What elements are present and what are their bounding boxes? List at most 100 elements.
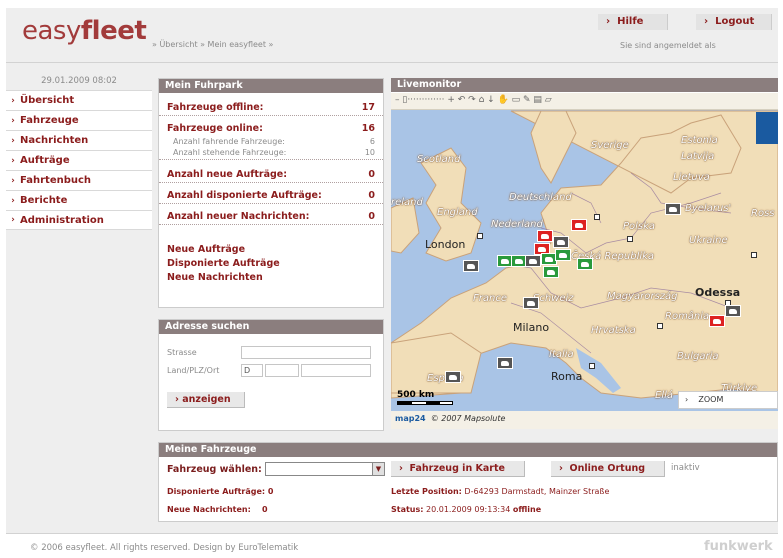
vehicle-marker[interactable]	[665, 203, 681, 215]
sidebar-item-fahrzeuge[interactable]: › Fahrzeuge	[6, 110, 152, 130]
chevron-right-icon: ›	[11, 115, 15, 126]
link-dispatched-orders[interactable]: Disponierte Aufträge	[159, 257, 383, 271]
map-label: reland	[391, 197, 423, 208]
offline-row: Fahrzeuge offline: 17	[159, 101, 383, 116]
city-marker	[594, 214, 600, 220]
vehicle-in-map-button[interactable]: › Fahrzeug in Karte	[391, 461, 525, 477]
link-new-orders[interactable]: Neue Aufträge	[159, 243, 383, 257]
city-input[interactable]	[301, 364, 371, 377]
logout-button[interactable]: › Logout	[696, 14, 772, 30]
sidebar-item-berichte[interactable]: › Berichte	[6, 190, 152, 210]
vehicle-marker[interactable]	[523, 297, 539, 309]
vehicle-marker[interactable]	[537, 230, 553, 242]
vehicle-marker[interactable]	[525, 255, 541, 267]
livemonitor-header: Livemonitor	[391, 78, 778, 93]
panel-title: Mein Fuhrpark	[159, 79, 383, 93]
vehicle-marker[interactable]	[543, 266, 559, 278]
map-city-label: Odessa	[695, 286, 741, 299]
map-scale-bar	[397, 401, 453, 405]
map24-logo	[756, 112, 778, 144]
chevron-right-icon: ›	[175, 394, 179, 405]
map-city-label: London	[425, 238, 466, 251]
dispatched-row: Anzahl disponierte Aufträge: 0	[159, 189, 383, 204]
new-orders-row: Anzahl neue Aufträge: 0	[159, 168, 383, 183]
vehicle-marker[interactable]	[497, 357, 513, 369]
chevron-right-icon: ›	[399, 463, 403, 474]
place-label: Land/PLZ/Ort	[167, 366, 220, 375]
chevron-right-icon: ›	[11, 155, 15, 166]
map-footer: map24 © 2007 Mapsolute	[391, 411, 778, 429]
messages-info: Neue Nachrichten: 0	[167, 505, 268, 514]
vehicle-marker[interactable]	[577, 258, 593, 270]
standing-row: Anzahl stehende Fahrzeuge: 10	[159, 147, 383, 160]
vehicle-marker[interactable]	[709, 315, 725, 327]
live-map[interactable]: – ▯············· + ↶ ↷ ⌂ ↓ ✋ ▭ ✎ ▤ ▱ Est…	[391, 93, 778, 429]
zip-input[interactable]	[265, 364, 299, 377]
chevron-right-icon: ›	[606, 16, 611, 27]
vehicle-marker[interactable]	[571, 219, 587, 231]
map-label: Byelarus'	[685, 203, 732, 214]
address-panel: Adresse suchen Strasse Land/PLZ/Ort D › …	[158, 319, 384, 431]
map-label: Schweiz	[533, 293, 574, 304]
map-city-label: Milano	[513, 321, 550, 334]
street-label: Strasse	[167, 348, 197, 357]
logged-in-text: Sie sind angemeldet als	[620, 41, 716, 50]
chevron-right-icon: ›	[685, 395, 689, 404]
chevron-down-icon[interactable]: ▼	[372, 463, 384, 475]
map-label: Lietuva	[673, 172, 710, 183]
vehicle-select[interactable]: ▼	[265, 462, 385, 476]
vehicle-marker[interactable]	[725, 305, 741, 317]
map24-brand: map24	[395, 414, 426, 423]
chevron-right-icon: ›	[559, 463, 563, 474]
status-info: Status: 20.01.2009 09:13:34 offline	[391, 505, 542, 514]
driving-row: Anzahl fahrende Fahrzeuge: 6	[173, 137, 375, 146]
map-label: Sverige	[591, 140, 629, 151]
fuhrpark-panel: Mein Fuhrpark Fahrzeuge offline: 17 Fahrz…	[158, 78, 384, 308]
sidebar-item-nachrichten[interactable]: › Nachrichten	[6, 130, 152, 150]
footer-divider	[6, 533, 778, 534]
vehicle-marker[interactable]	[445, 371, 461, 383]
chevron-right-icon: ›	[704, 16, 709, 27]
footer-copyright: © 2006 easyfleet. All rights reserved. D…	[30, 543, 299, 553]
sidebar-item-uebersicht[interactable]: › Übersicht	[6, 90, 152, 110]
breadcrumb: » Übersicht » Mein easyfleet »	[152, 40, 274, 49]
online-locate-button[interactable]: › Online Ortung	[551, 461, 665, 477]
logo[interactable]: easyfleet	[22, 16, 147, 46]
funkwerk-logo: funkwerk	[704, 539, 773, 554]
zoom-control[interactable]: › ZOOM	[678, 391, 778, 409]
vehicle-select-label: Fahrzeug wählen:	[167, 464, 262, 475]
map-label: Hrvatska	[591, 325, 636, 336]
vehicles-panel: Meine Fahrzeuge Fahrzeug wählen: ▼ › Fah…	[158, 442, 778, 522]
map-label: Scotland	[417, 154, 461, 165]
show-address-button[interactable]: › anzeigen	[167, 392, 245, 408]
map-label: Ellá	[655, 390, 674, 401]
vehicle-marker[interactable]	[553, 236, 569, 248]
map-label: Nederland	[491, 219, 543, 230]
country-input[interactable]: D	[241, 364, 263, 377]
map-toolbar[interactable]: – ▯············· + ↶ ↷ ⌂ ↓ ✋ ▭ ✎ ▤ ▱	[391, 93, 778, 110]
map-label: Deutschland	[509, 192, 572, 203]
map-city-label: Roma	[551, 370, 583, 383]
map-label: România	[665, 311, 710, 322]
sidebar-item-fahrtenbuch[interactable]: › Fahrtenbuch	[6, 170, 152, 190]
chevron-right-icon: ›	[11, 195, 15, 206]
vehicle-marker[interactable]	[463, 260, 479, 272]
sidebar-item-auftraege[interactable]: › Aufträge	[6, 150, 152, 170]
panel-title: Adresse suchen	[159, 320, 383, 334]
city-marker	[589, 363, 595, 369]
dispatched-info: Disponierte Aufträge: 0	[167, 487, 274, 496]
help-button[interactable]: › Hilfe	[598, 14, 668, 30]
chevron-right-icon: ›	[11, 215, 15, 225]
link-new-messages[interactable]: Neue Nachrichten	[159, 271, 383, 285]
street-input[interactable]	[241, 346, 371, 359]
map-label: Italia	[549, 349, 574, 360]
map-label: France	[473, 293, 507, 304]
map-label: Ross	[751, 208, 775, 219]
chevron-right-icon: ›	[11, 95, 15, 106]
chevron-right-icon: ›	[11, 135, 15, 146]
map-label: England	[437, 207, 478, 218]
city-marker	[627, 236, 633, 242]
sidebar-item-administration[interactable]: › Administration	[6, 210, 152, 230]
panel-title: Meine Fahrzeuge	[159, 443, 777, 457]
vehicle-marker[interactable]	[555, 249, 571, 261]
